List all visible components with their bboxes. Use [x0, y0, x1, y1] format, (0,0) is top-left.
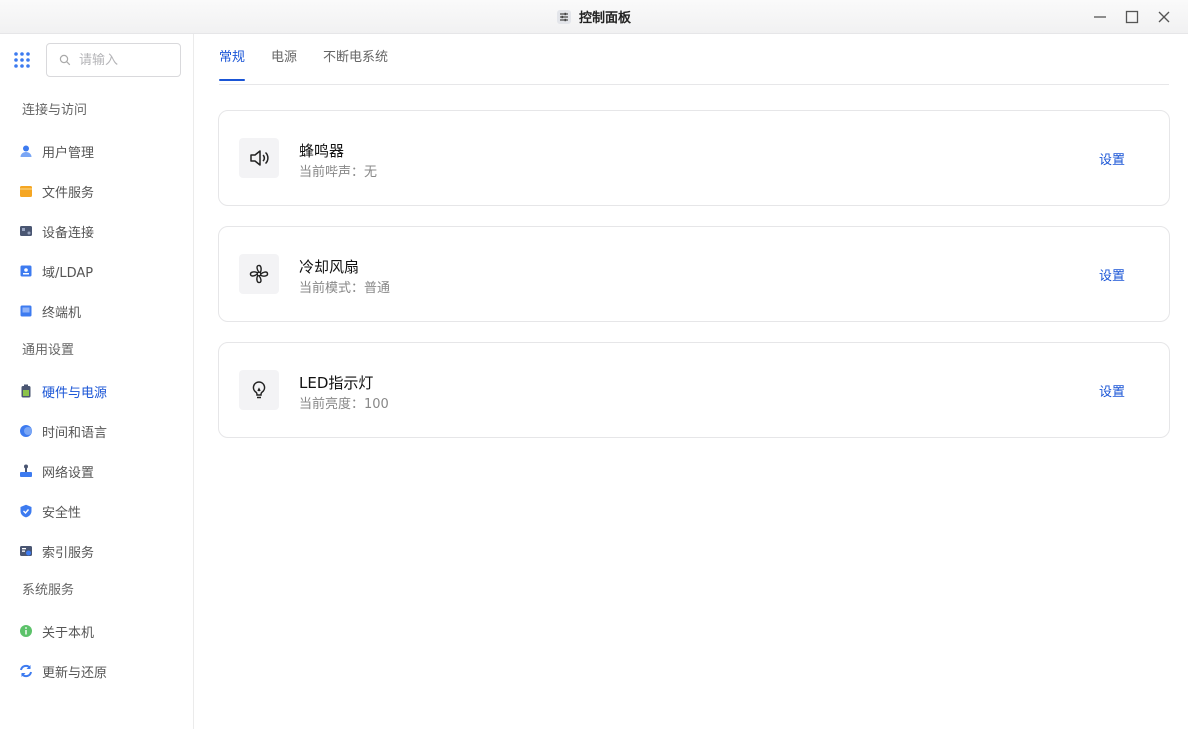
sidebar: 连接与访问 用户管理 文件服务 设备连接 域/LDAP 终端机 通用设置: [0, 34, 194, 729]
control-panel-window: 控制面板 连接与访问: [0, 0, 1188, 729]
sidebar-item-terminal[interactable]: 终端机: [0, 291, 193, 331]
device-icon: [19, 224, 33, 238]
nav-group-general: 通用设置: [22, 343, 75, 358]
window-controls: [1090, 7, 1174, 27]
shield-icon: [19, 504, 33, 518]
card-title: LED指示灯: [299, 374, 374, 392]
close-icon: [1158, 11, 1170, 23]
sidebar-item-about[interactable]: 关于本机: [0, 611, 193, 651]
sidebar-item-label: 关于本机: [42, 625, 95, 641]
maximize-button[interactable]: [1122, 7, 1142, 27]
sidebar-item-label: 网络设置: [42, 465, 95, 481]
maximize-icon: [1125, 10, 1139, 24]
sidebar-item-label: 域/LDAP: [42, 265, 94, 281]
card-title: 蜂鸣器: [299, 142, 345, 160]
sidebar-item-label: 终端机: [42, 305, 82, 321]
tab-general[interactable]: 常规: [219, 34, 246, 85]
sidebar-item-file-service[interactable]: 文件服务: [0, 171, 193, 211]
network-icon: [19, 464, 33, 478]
bulb-icon: [239, 370, 279, 410]
fan-card: 冷却风扇 当前模式：普通 设置: [218, 226, 1170, 322]
minimize-button[interactable]: [1090, 7, 1110, 27]
fan-icon: [239, 254, 279, 294]
sync-icon: [19, 664, 33, 678]
sidebar-item-label: 索引服务: [42, 545, 95, 561]
index-icon: [19, 544, 33, 558]
nav-group-system: 系统服务: [22, 583, 75, 598]
speaker-icon: [239, 138, 279, 178]
sidebar-item-label: 更新与还原: [42, 665, 108, 681]
info-icon: [19, 624, 33, 638]
sidebar-item-label: 文件服务: [42, 185, 95, 201]
window-title: 控制面板: [578, 11, 631, 26]
sidebar-item-device[interactable]: 设备连接: [0, 211, 193, 251]
battery-icon: [19, 384, 33, 398]
window-title-group: 控制面板: [556, 7, 631, 26]
close-button[interactable]: [1154, 7, 1174, 27]
sliders-icon: [556, 9, 571, 24]
card-subtitle: 当前模式：普通: [299, 281, 391, 296]
tab-ups[interactable]: 不断电系统: [323, 34, 388, 85]
card-title: 冷却风扇: [299, 258, 360, 276]
users-icon: [19, 144, 33, 158]
terminal-icon: [19, 304, 33, 318]
search-icon: [59, 51, 71, 70]
directory-icon: [19, 264, 33, 278]
tab-power[interactable]: 电源: [271, 34, 297, 85]
sidebar-nav: 连接与访问 用户管理 文件服务 设备连接 域/LDAP 终端机 通用设置 硬件与…: [0, 91, 193, 691]
tab-bar: 常规 电源 不断电系统: [219, 34, 1169, 85]
sidebar-item-index[interactable]: 索引服务: [0, 531, 193, 571]
main-content: 常规 电源 不断电系统 蜂鸣器 当前哔声：无 设置 冷却风扇 当前模式：普通 设…: [194, 34, 1188, 729]
search-box: [46, 43, 181, 77]
sidebar-item-users[interactable]: 用户管理: [0, 131, 193, 171]
sidebar-item-label: 时间和语言: [42, 425, 108, 441]
sidebar-item-label: 安全性: [42, 505, 82, 521]
grid-dots-icon[interactable]: [13, 51, 31, 69]
title-bar: 控制面板: [0, 0, 1188, 34]
sidebar-item-time-language[interactable]: 时间和语言: [0, 411, 193, 451]
card-subtitle: 当前亮度：100: [299, 397, 389, 412]
card-subtitle: 当前哔声：无: [299, 165, 378, 180]
nav-group-connect: 连接与访问: [22, 103, 88, 118]
sidebar-item-network[interactable]: 网络设置: [0, 451, 193, 491]
sidebar-item-label: 硬件与电源: [42, 385, 108, 401]
fan-settings-link[interactable]: 设置: [1099, 265, 1125, 284]
buzzer-settings-link[interactable]: 设置: [1099, 149, 1125, 168]
sidebar-item-hardware-power[interactable]: 硬件与电源: [0, 371, 193, 411]
buzzer-card: 蜂鸣器 当前哔声：无 设置: [218, 110, 1170, 206]
sidebar-item-ldap[interactable]: 域/LDAP: [0, 251, 193, 291]
sidebar-item-security[interactable]: 安全性: [0, 491, 193, 531]
sidebar-item-label: 用户管理: [42, 145, 95, 161]
sidebar-item-label: 设备连接: [42, 225, 95, 241]
sidebar-item-update-restore[interactable]: 更新与还原: [0, 651, 193, 691]
globe-icon: [19, 424, 33, 438]
led-card: LED指示灯 当前亮度：100 设置: [218, 342, 1170, 438]
search-input[interactable]: [79, 52, 169, 68]
led-settings-link[interactable]: 设置: [1099, 381, 1125, 400]
folder-icon: [19, 184, 33, 198]
minimize-icon: [1094, 16, 1106, 18]
